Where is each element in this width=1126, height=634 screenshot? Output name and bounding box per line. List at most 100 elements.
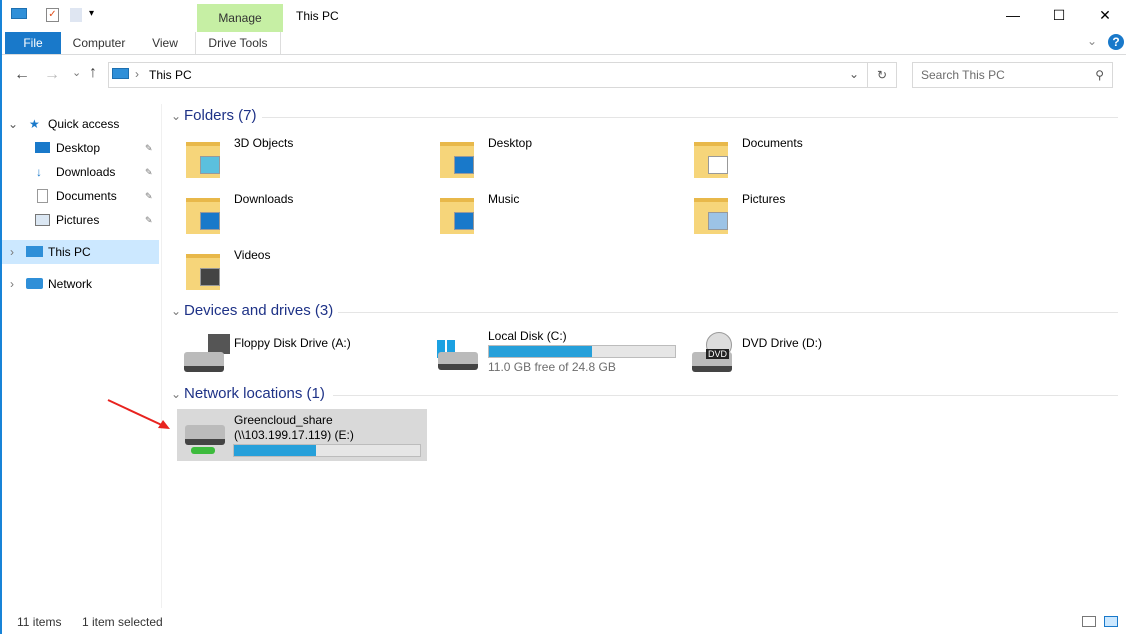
sidebar-item-downloads[interactable]: ↓ Downloads ✎	[2, 160, 159, 184]
properties-icon[interactable]: ✓	[46, 8, 59, 22]
breadcrumb-separator: ›	[135, 67, 139, 81]
breadcrumb-this-pc[interactable]: This PC	[149, 68, 192, 82]
sidebar-item-quick-access[interactable]: ⌄ ★ Quick access	[2, 112, 159, 136]
section-devices[interactable]: Devices and drives (3)	[184, 302, 333, 319]
pin-icon[interactable]: ✎	[145, 184, 153, 208]
close-button[interactable]: ✕	[1082, 0, 1126, 30]
pin-icon[interactable]: ✎	[145, 160, 153, 184]
folder-item[interactable]: Videos	[178, 246, 428, 298]
section-folders[interactable]: Folders (7)	[184, 107, 257, 124]
tab-file[interactable]: File	[5, 32, 61, 54]
navigation-pane: ⌄ ★ Quick access Desktop ✎ ↓ Downloads ✎ Docu…	[2, 104, 162, 608]
network-drive-e[interactable]: Greencloud_share (\\103.199.17.119) (E:)	[177, 409, 427, 461]
desktop-icon	[35, 142, 50, 153]
tab-computer[interactable]: Computer	[66, 32, 132, 54]
download-icon: ↓	[36, 165, 42, 179]
this-pc-icon	[112, 68, 129, 79]
folder-name: Pictures	[742, 192, 786, 206]
sidebar-item-this-pc[interactable]: › This PC	[2, 240, 159, 264]
divider	[333, 395, 1118, 396]
minimize-button[interactable]: —	[990, 0, 1036, 30]
network-drive-name: Greencloud_share	[234, 413, 333, 427]
label: Desktop	[56, 141, 101, 155]
folder-overlay-icon	[708, 156, 728, 174]
folder-item[interactable]: 3D Objects	[178, 134, 428, 186]
selection-count: 1 item selected	[82, 615, 163, 629]
expand-icon[interactable]: ⌄	[8, 112, 18, 136]
network-icon	[26, 278, 43, 289]
folder-item[interactable]: Pictures	[686, 190, 936, 242]
tab-drive-tools[interactable]: Drive Tools	[195, 32, 281, 54]
up-button[interactable]: ↑	[89, 64, 97, 82]
sidebar-item-desktop[interactable]: Desktop ✎	[2, 136, 159, 160]
folder-name: Desktop	[488, 136, 533, 150]
back-button[interactable]: ←	[14, 66, 30, 84]
status-bar: 11 items 1 item selected	[2, 610, 1126, 634]
expand-icon[interactable]: ›	[10, 272, 14, 296]
folder-item[interactable]: Desktop	[432, 134, 682, 186]
refresh-button[interactable]: ↻	[868, 62, 897, 88]
free-space-text: 11.0 GB free of 24.8 GB	[488, 360, 616, 374]
drive-local-c[interactable]: Local Disk (C:) 11.0 GB free of 24.8 GB	[432, 326, 682, 378]
collapse-devices-icon[interactable]: ⌄	[171, 304, 181, 318]
folder-item[interactable]: Music	[432, 190, 682, 242]
maximize-button[interactable]: ☐	[1036, 0, 1082, 30]
folder-name: Music	[488, 192, 520, 206]
item-count: 11 items	[17, 615, 62, 629]
drive-floppy-a[interactable]: Floppy Disk Drive (A:)	[178, 330, 428, 382]
manage-context-tab: Manage	[197, 4, 283, 32]
folder-overlay-icon	[200, 212, 220, 230]
search-icon: ⚲	[1095, 68, 1104, 82]
label: Quick access	[48, 117, 120, 131]
folder-item[interactable]: Downloads	[178, 190, 428, 242]
divider	[338, 312, 1118, 313]
pin-icon[interactable]: ✎	[145, 208, 153, 232]
sidebar-item-documents[interactable]: Documents ✎	[2, 184, 159, 208]
drive-name: Floppy Disk Drive (A:)	[234, 336, 351, 350]
address-bar[interactable]: › This PC ⌄	[108, 62, 868, 88]
label: Pictures	[56, 213, 100, 227]
dvd-badge: DVD	[706, 349, 730, 359]
large-icons-view-icon[interactable]	[1104, 616, 1118, 627]
help-icon[interactable]: ?	[1108, 34, 1124, 50]
computer-icon	[11, 8, 27, 19]
usage-bar-fill	[489, 346, 593, 357]
network-drive-path: (\\103.199.17.119) (E:)	[234, 428, 354, 442]
tab-view[interactable]: View	[145, 32, 185, 54]
sidebar-item-pictures[interactable]: Pictures ✎	[2, 208, 159, 232]
document-icon	[37, 189, 48, 203]
drive-dvd-d[interactable]: DVD DVD Drive (D:)	[686, 330, 936, 382]
ribbon-tabs: File Computer View Drive Tools ⌄ ?	[2, 32, 1126, 55]
sidebar-item-network[interactable]: › Network	[2, 272, 159, 296]
label: Downloads	[56, 165, 116, 179]
folder-name: Documents	[742, 136, 803, 150]
folder-overlay-icon	[708, 212, 728, 230]
folder-overlay-icon	[454, 156, 474, 174]
folder-overlay-icon	[454, 212, 474, 230]
drive-name: DVD Drive (D:)	[742, 336, 822, 350]
search-input[interactable]: Search This PC ⚲	[912, 62, 1113, 88]
forward-button[interactable]: →	[44, 66, 60, 84]
pin-icon[interactable]: ✎	[145, 136, 153, 160]
new-folder-icon[interactable]	[70, 8, 82, 22]
pictures-icon	[35, 214, 50, 226]
network-drive-icon	[185, 425, 225, 445]
collapse-ribbon-icon[interactable]: ⌄	[1087, 34, 1097, 48]
red-arrow-annotation	[107, 399, 170, 429]
recent-locations-button[interactable]: ⌄	[72, 66, 81, 79]
folder-name: 3D Objects	[234, 136, 294, 150]
address-dropdown-icon[interactable]: ⌄	[849, 67, 859, 81]
collapse-folders-icon[interactable]: ⌄	[171, 109, 181, 123]
folder-overlay-icon	[200, 268, 220, 286]
star-icon: ★	[29, 117, 40, 131]
expand-icon[interactable]: ›	[10, 240, 14, 264]
folder-item[interactable]: Documents	[686, 134, 936, 186]
section-network-locations[interactable]: Network locations (1)	[184, 385, 325, 402]
details-view-icon[interactable]	[1082, 616, 1096, 627]
divider	[262, 117, 1118, 118]
folder-name: Videos	[234, 248, 271, 262]
folder-overlay-icon	[200, 156, 220, 174]
window-title: This PC	[296, 9, 339, 23]
title-bar: ✓ ▾ Manage This PC — ☐ ✕	[2, 0, 1126, 32]
customize-qat-icon[interactable]: ▾	[89, 8, 94, 19]
